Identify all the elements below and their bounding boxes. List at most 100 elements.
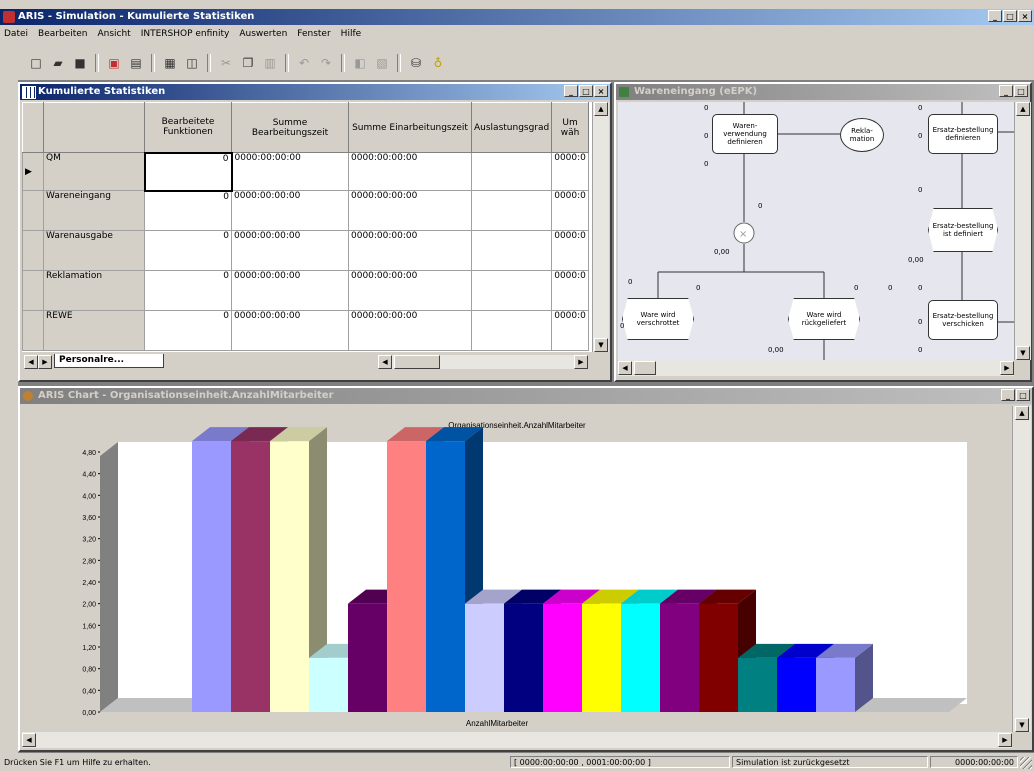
cell-bearbeitung[interactable]: 0000:00:00:00 xyxy=(231,270,349,311)
table-row[interactable]: Reklamation 0 0000:00:00:00 0000:00:00:0… xyxy=(22,270,589,311)
bar[interactable] xyxy=(348,603,387,712)
menu-datei[interactable]: Datei xyxy=(4,26,28,42)
row-selector[interactable] xyxy=(22,270,44,311)
cell-funktionen[interactable]: 0 xyxy=(144,270,232,311)
cell-um[interactable]: 0000:0 xyxy=(551,152,589,191)
menu-ansicht[interactable]: Ansicht xyxy=(97,26,130,42)
epc-maximize-button[interactable]: □ xyxy=(1014,85,1028,97)
scroll-up-icon[interactable]: ▲ xyxy=(1016,102,1030,116)
column-header-funktionen[interactable]: Bearbeitete Funktionen xyxy=(144,102,232,153)
scroll-up-icon[interactable]: ▲ xyxy=(594,102,608,116)
cell-bearbeitung[interactable]: 0000:00:00:00 xyxy=(231,190,349,231)
chart-maximize-button[interactable]: □ xyxy=(1016,389,1030,401)
column-header-um[interactable]: Um wäh xyxy=(551,102,589,153)
cell-auslastung[interactable] xyxy=(470,310,553,351)
cell-bearbeitung[interactable]: 0000:00:00:00 xyxy=(231,152,349,191)
epc-vertical-scrollbar[interactable]: ▲ ▼ xyxy=(1014,102,1031,360)
scroll-down-icon[interactable]: ▼ xyxy=(1016,346,1030,360)
stats-horizontal-scrollbar[interactable]: ◀ ▶ xyxy=(378,355,588,369)
function-warenverwendung[interactable]: Waren-verwendung definieren xyxy=(712,114,778,154)
cell-auslastung[interactable] xyxy=(470,270,553,311)
explorer-icon[interactable]: ▤ xyxy=(126,53,146,73)
bar[interactable] xyxy=(738,657,777,712)
function-ersatzbestellung-verschicken[interactable]: Ersatz-bestellung verschicken xyxy=(928,300,998,340)
cell-funktionen[interactable]: 0 xyxy=(144,310,232,351)
stats-maximize-button[interactable]: □ xyxy=(579,85,593,97)
event-ware-verschrottet[interactable]: Ware wird verschrottet xyxy=(622,298,694,340)
cell-um[interactable]: 0000:0 xyxy=(551,190,589,231)
cell-funktionen[interactable]: 0 xyxy=(143,151,233,192)
scroll-right-icon[interactable]: ▶ xyxy=(1000,361,1014,375)
stats-close-button[interactable]: × xyxy=(594,85,608,97)
table-row[interactable]: Wareneingang 0 0000:00:00:00 0000:00:00:… xyxy=(22,190,589,231)
scroll-left-icon[interactable]: ◀ xyxy=(378,355,392,369)
column-header-einarbeitungszeit[interactable]: Summe Einarbeitungszeit xyxy=(348,102,472,153)
bar[interactable] xyxy=(309,657,348,712)
hint-bulb-icon[interactable]: ♁ xyxy=(428,53,448,73)
close-button[interactable]: × xyxy=(1018,10,1032,22)
save-icon[interactable]: ■ xyxy=(70,53,90,73)
tab-next-icon[interactable]: ▶ xyxy=(38,355,52,369)
cell-um[interactable]: 0000:0 xyxy=(551,310,589,351)
epc-horizontal-scrollbar[interactable]: ◀ ▶ xyxy=(618,360,1014,376)
chart-horizontal-scrollbar[interactable]: ◀ ▶ xyxy=(22,732,1012,748)
stats-minimize-button[interactable]: _ xyxy=(564,85,578,97)
chart-vertical-scrollbar[interactable]: ▲ ▼ xyxy=(1012,406,1031,732)
open-folder-icon[interactable]: ▰ xyxy=(48,53,68,73)
scroll-up-icon[interactable]: ▲ xyxy=(1015,406,1029,420)
bar[interactable] xyxy=(426,441,465,712)
cell-funktionen[interactable]: 0 xyxy=(144,190,232,231)
bar[interactable] xyxy=(816,657,855,712)
epc-minimize-button[interactable]: _ xyxy=(999,85,1013,97)
stats-vertical-scrollbar[interactable]: ▲ ▼ xyxy=(592,102,609,352)
scroll-thumb[interactable] xyxy=(634,361,656,375)
column-header-auslastung[interactable]: Auslastungsgrad xyxy=(470,102,553,153)
undo-icon[interactable]: ↶ xyxy=(294,53,314,73)
scroll-right-icon[interactable]: ▶ xyxy=(574,355,588,369)
cell-bearbeitung[interactable]: 0000:00:00:00 xyxy=(231,310,349,351)
print-icon[interactable]: ▦ xyxy=(160,53,180,73)
bar[interactable] xyxy=(270,441,309,712)
bar[interactable] xyxy=(387,441,426,712)
properties-icon[interactable]: ◧ xyxy=(350,53,370,73)
new-file-icon[interactable]: □ xyxy=(26,53,46,73)
cell-funktionen[interactable]: 0 xyxy=(144,230,232,271)
scroll-thumb[interactable] xyxy=(394,355,440,369)
resize-grip-icon[interactable] xyxy=(1020,757,1032,769)
chart-minimize-button[interactable]: _ xyxy=(1001,389,1015,401)
cell-einarbeitung[interactable]: 0000:00:00:00 xyxy=(348,190,472,231)
epc-canvas[interactable]: × Waren-verwendung definieren Rekla-mati… xyxy=(618,102,1014,360)
column-header-bearbeitungszeit[interactable]: Summe Bearbeitungszeit xyxy=(231,102,349,153)
event-ware-rueckgeliefert[interactable]: Ware wird rückgeliefert xyxy=(788,298,860,340)
scroll-left-icon[interactable]: ◀ xyxy=(22,733,36,747)
scroll-down-icon[interactable]: ▼ xyxy=(1015,718,1029,732)
table-row[interactable]: Warenausgabe 0 0000:00:00:00 0000:00:00:… xyxy=(22,230,589,271)
cell-auslastung[interactable] xyxy=(470,190,553,231)
scroll-right-icon[interactable]: ▶ xyxy=(998,733,1012,747)
bar[interactable] xyxy=(231,441,270,712)
menu-intershop[interactable]: INTERSHOP enfinity xyxy=(141,26,230,42)
bar[interactable] xyxy=(465,603,504,712)
cell-einarbeitung[interactable]: 0000:00:00:00 xyxy=(348,152,472,191)
cell-auslastung[interactable] xyxy=(470,152,553,191)
row-selector-current[interactable]: ▶ xyxy=(22,152,44,191)
cell-um[interactable]: 0000:0 xyxy=(551,270,589,311)
table-row[interactable]: REWE 0 0000:00:00:00 0000:00:00:00 0000:… xyxy=(22,310,589,351)
cell-einarbeitung[interactable]: 0000:00:00:00 xyxy=(348,270,472,311)
org-reklamation[interactable]: Rekla-mation xyxy=(840,118,884,152)
bar[interactable] xyxy=(777,657,816,712)
bar[interactable] xyxy=(543,603,582,712)
tab-prev-icon[interactable]: ◀ xyxy=(24,355,38,369)
bar[interactable] xyxy=(192,441,231,712)
menu-fenster[interactable]: Fenster xyxy=(297,26,330,42)
cell-einarbeitung[interactable]: 0000:00:00:00 xyxy=(348,310,472,351)
copy-icon[interactable]: ❐ xyxy=(238,53,258,73)
bar[interactable] xyxy=(582,603,621,712)
event-ersatzbestellung-definiert[interactable]: Ersatz-bestellung ist definiert xyxy=(928,208,998,252)
sheet-tab-personal[interactable]: Personalre... xyxy=(54,354,164,368)
row-selector[interactable] xyxy=(22,310,44,351)
bar[interactable] xyxy=(660,603,699,712)
row-selector[interactable] xyxy=(22,230,44,271)
scroll-left-icon[interactable]: ◀ xyxy=(618,361,632,375)
db-icon[interactable]: ▣ xyxy=(104,53,124,73)
